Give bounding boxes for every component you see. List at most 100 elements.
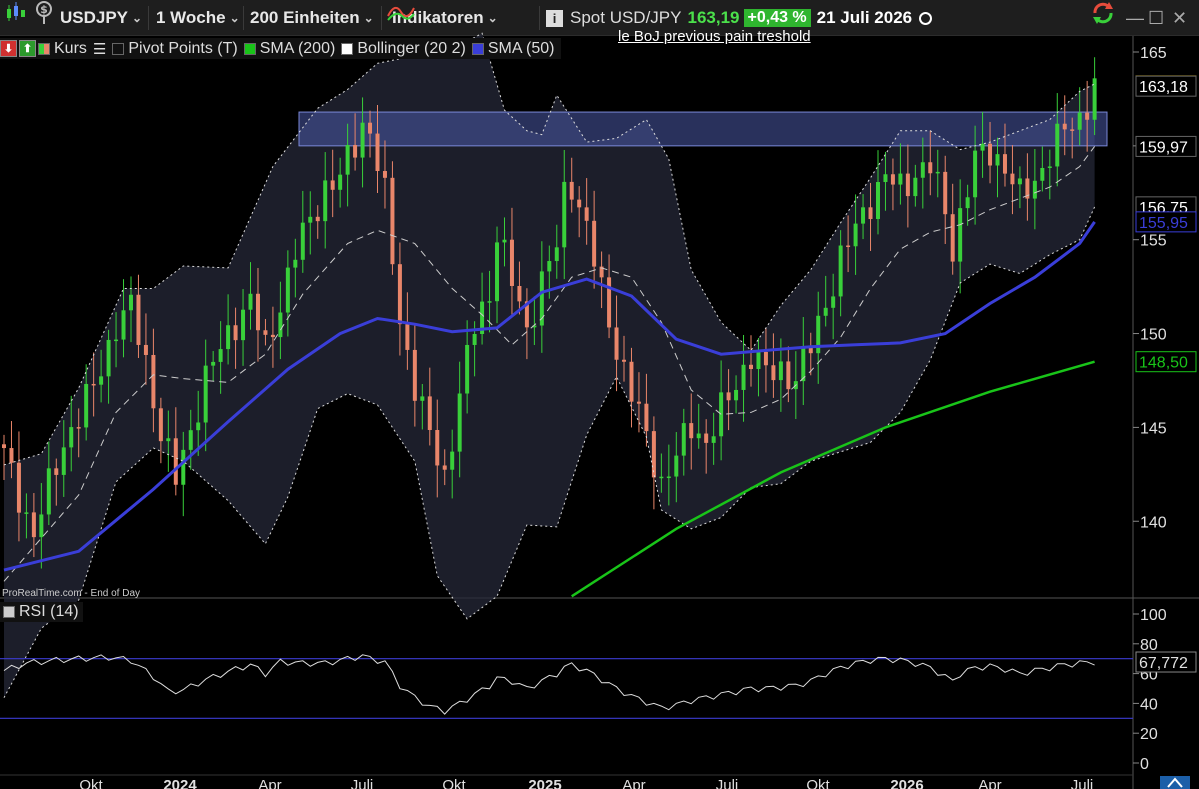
- candle: [905, 173, 910, 197]
- rsi-tick-label: 100: [1140, 607, 1167, 624]
- candle: [711, 436, 716, 443]
- time-axis-label: Juli: [1071, 777, 1094, 789]
- candle: [1062, 123, 1067, 130]
- candle: [778, 361, 783, 381]
- candle: [31, 512, 36, 538]
- arrow-up-icon[interactable]: ⬆: [19, 40, 36, 57]
- candle: [629, 361, 634, 402]
- candle: [188, 430, 193, 450]
- candle: [495, 242, 500, 302]
- candle: [143, 344, 148, 355]
- candle: [644, 403, 649, 432]
- source-label: ProRealTime.com - End of Day: [2, 588, 140, 599]
- rsi-tick-label: 40: [1140, 696, 1158, 713]
- candle: [749, 364, 753, 369]
- candle: [128, 294, 133, 311]
- candle: [1047, 166, 1052, 168]
- candle: [2, 444, 6, 449]
- time-axis-label: 2024: [163, 777, 197, 789]
- rsi-legend[interactable]: RSI (14): [0, 602, 83, 622]
- candle: [16, 462, 21, 513]
- candle: [465, 344, 470, 394]
- time-axis-label: 2026: [890, 777, 923, 789]
- chart-canvas[interactable]: 165160155150145140163,19163,18159,97156,…: [0, 0, 1199, 789]
- candle: [554, 247, 559, 262]
- candle: [547, 261, 552, 272]
- price-tick-label: 145: [1140, 420, 1167, 437]
- candle: [435, 430, 440, 466]
- rsi-tick-label: 80: [1140, 637, 1158, 654]
- candle: [226, 325, 231, 350]
- candle: [741, 364, 746, 390]
- candle: [502, 239, 507, 243]
- candle: [300, 222, 305, 260]
- legend-pivot[interactable]: Pivot Points (T): [112, 40, 238, 58]
- candle: [958, 208, 963, 262]
- candle: [420, 396, 425, 401]
- legend-sma50[interactable]: SMA (50): [471, 40, 555, 58]
- rsi-tick-label: 20: [1140, 726, 1158, 743]
- arrow-down-icon[interactable]: ⬇: [0, 40, 17, 57]
- candle: [562, 181, 567, 248]
- candle: [890, 174, 895, 185]
- candle: [935, 171, 940, 174]
- candle: [136, 294, 141, 345]
- candle: [883, 174, 888, 183]
- price-tick-label: 140: [1140, 514, 1167, 531]
- candle: [786, 361, 791, 390]
- time-axis-label: Juli: [351, 777, 374, 789]
- price-tick-label: 155: [1140, 233, 1167, 250]
- list-icon[interactable]: ☰: [93, 40, 106, 58]
- candle: [353, 145, 358, 158]
- legend-kurs-label: Kurs: [54, 39, 87, 57]
- candle: [241, 309, 246, 341]
- price-legend: ⬇ ⬆ Kurs ☰ Pivot Points (T) SMA (200) Bo…: [0, 38, 561, 59]
- candle: [166, 438, 171, 442]
- time-axis-label: Okt: [79, 777, 103, 789]
- time-axis-label: Apr: [258, 777, 281, 789]
- candle: [509, 239, 514, 286]
- candle: [106, 339, 111, 377]
- candle: [771, 365, 776, 381]
- candle: [181, 449, 186, 485]
- candle: [487, 301, 492, 303]
- legend-sma200[interactable]: SMA (200): [243, 40, 335, 58]
- candle: [323, 180, 328, 222]
- candle: [203, 365, 208, 423]
- candle: [405, 324, 410, 350]
- candle: [689, 423, 694, 439]
- candle: [838, 245, 843, 297]
- candle: [614, 327, 619, 360]
- candle: [412, 349, 417, 401]
- candle: [121, 310, 126, 340]
- rsi-tick-label: 0: [1140, 756, 1149, 773]
- time-axis-label: Okt: [806, 777, 830, 789]
- candle: [636, 401, 641, 404]
- candle: [382, 171, 387, 178]
- candle: [39, 514, 44, 538]
- candle: [330, 180, 335, 190]
- candle: [270, 334, 275, 338]
- candle: [1040, 167, 1045, 181]
- pivot-swatch: [112, 42, 125, 55]
- candle: [338, 174, 343, 190]
- time-axis-label: Okt: [442, 777, 466, 789]
- candle: [1085, 112, 1090, 120]
- candle: [913, 177, 918, 197]
- candle: [756, 351, 761, 369]
- scroll-up-button[interactable]: [1160, 776, 1190, 789]
- bollinger-swatch: [341, 42, 354, 55]
- candle: [577, 199, 582, 208]
- candle: [539, 271, 544, 326]
- candle: [681, 423, 686, 456]
- legend-kurs[interactable]: Kurs: [38, 40, 87, 58]
- candle: [315, 216, 320, 222]
- candle: [1010, 173, 1015, 185]
- candle: [928, 162, 933, 174]
- candle: [457, 393, 462, 452]
- candle: [1077, 112, 1082, 130]
- resistance-zone: [298, 111, 1108, 147]
- candle: [91, 383, 96, 386]
- candle: [263, 330, 268, 335]
- legend-bollinger[interactable]: Bollinger (20 2): [341, 40, 466, 58]
